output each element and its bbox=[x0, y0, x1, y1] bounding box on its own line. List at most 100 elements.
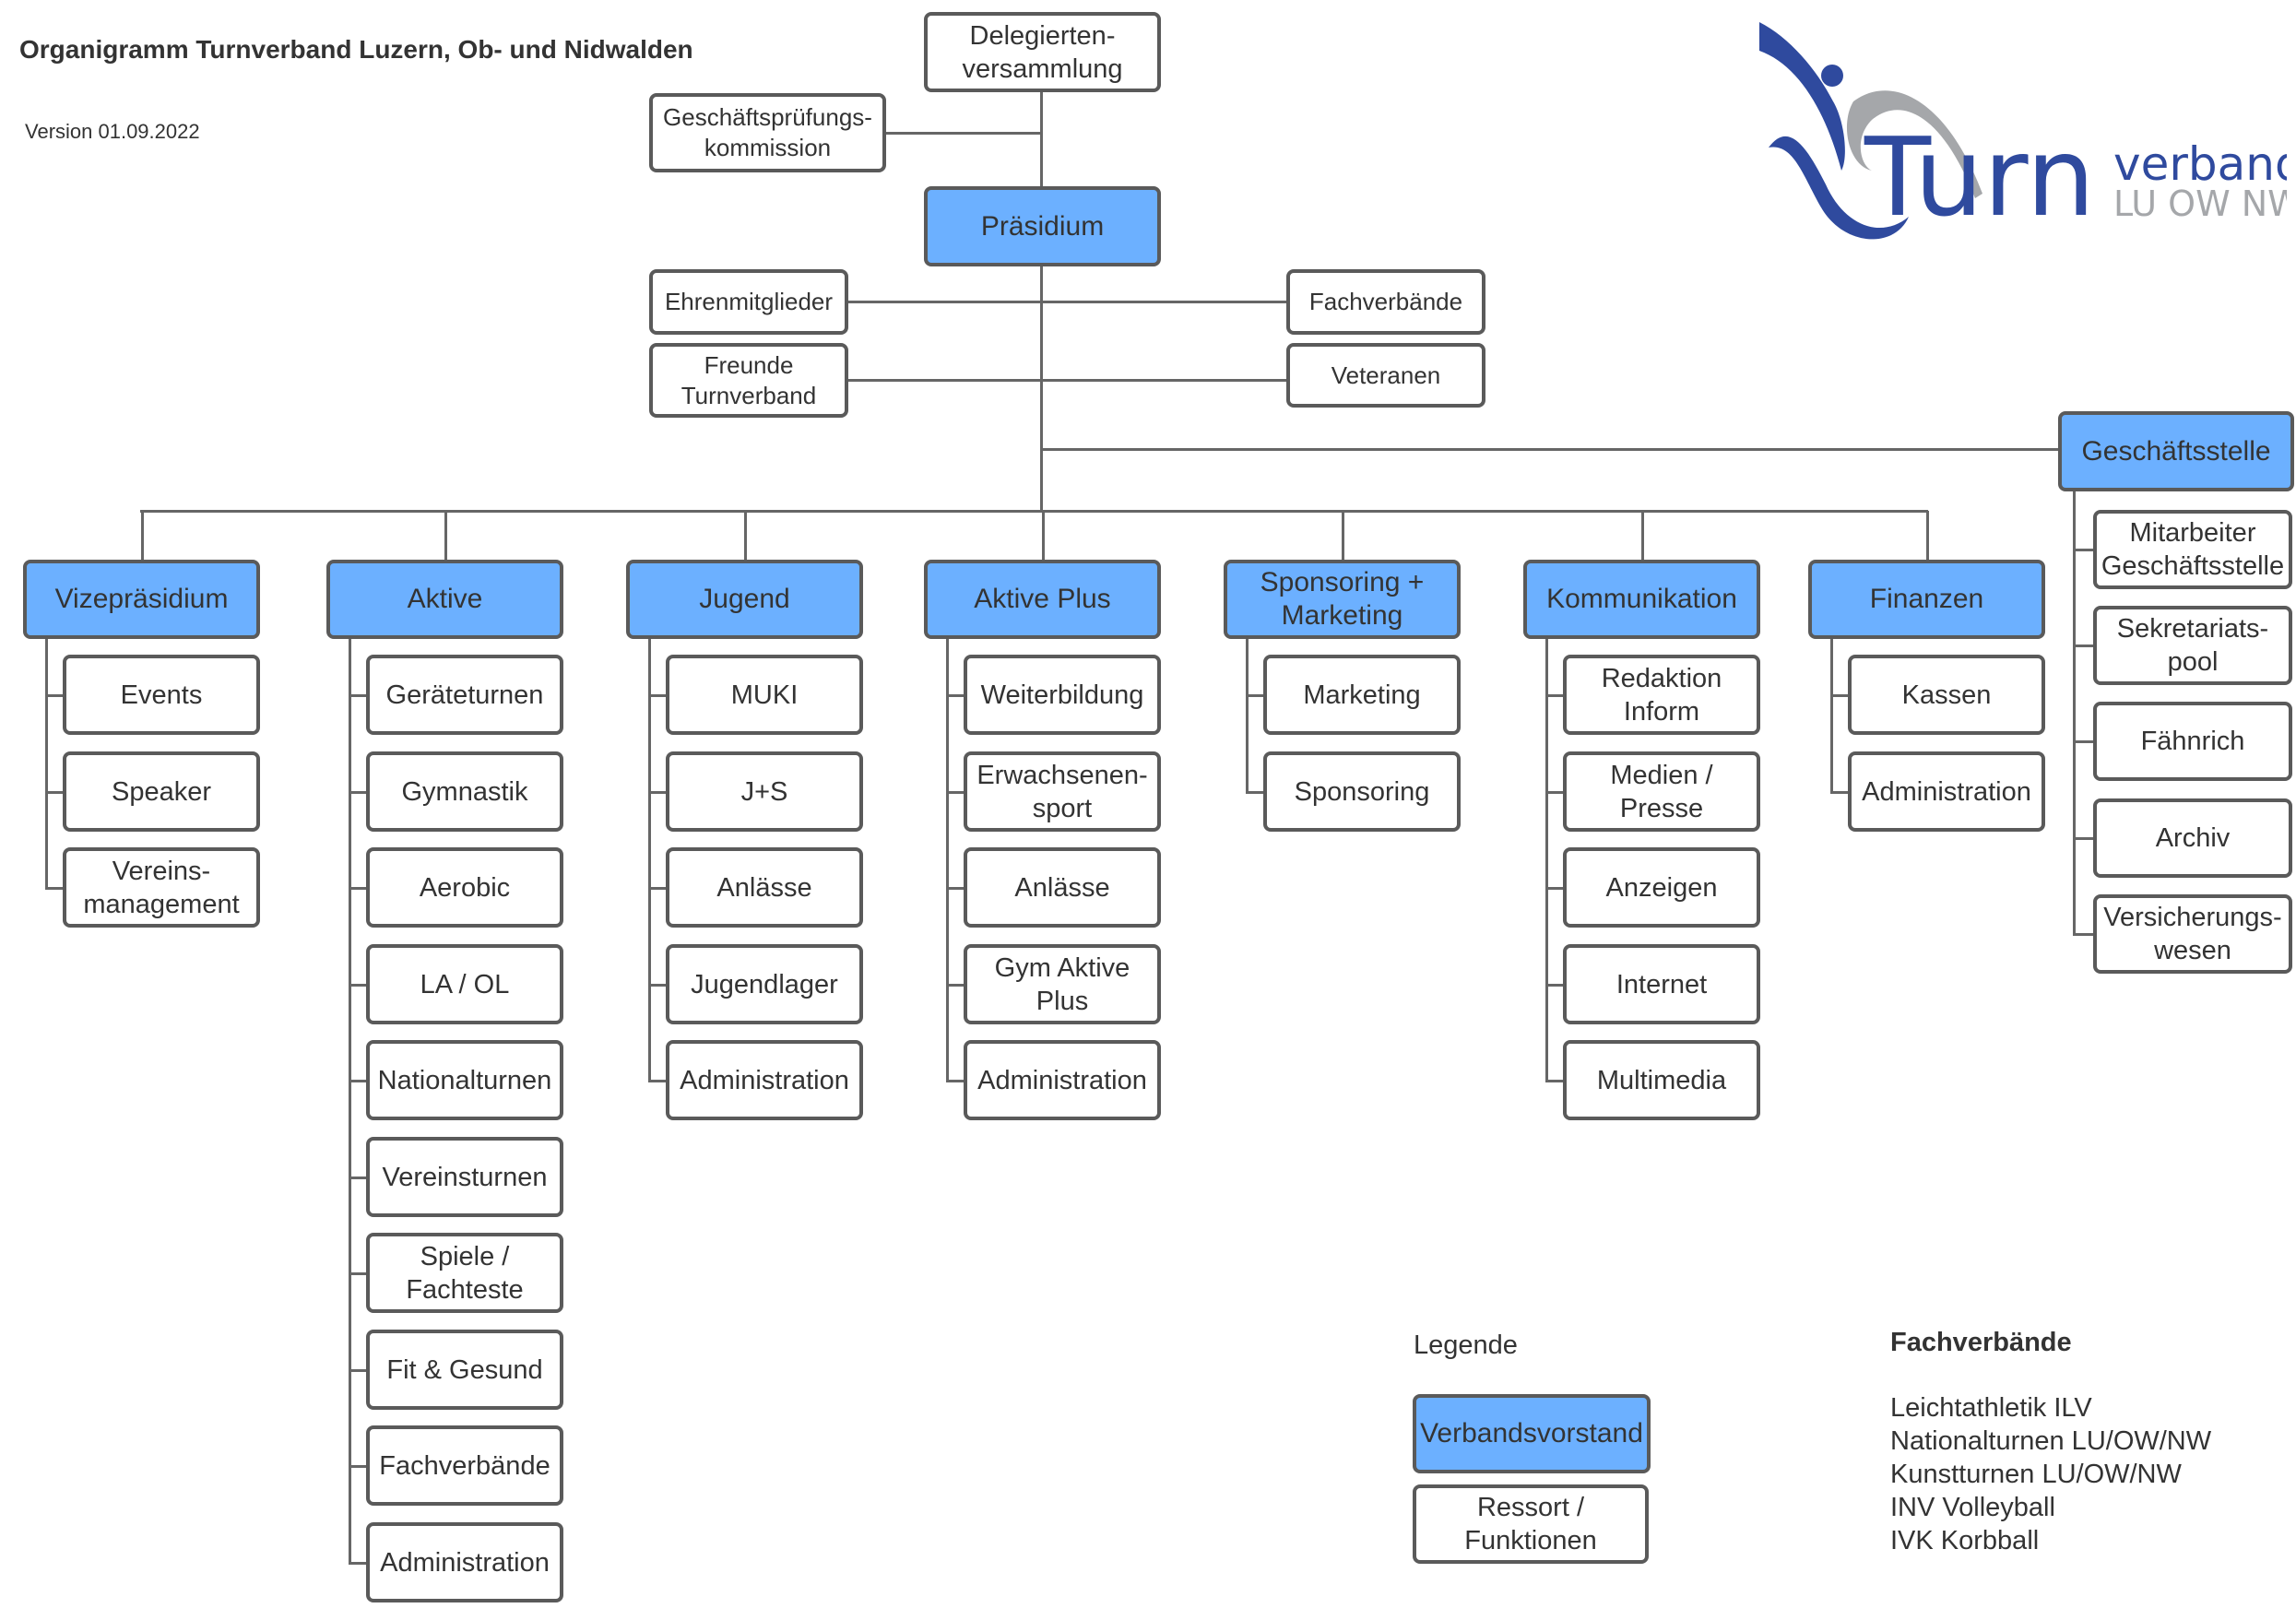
ressort-item[interactable]: Medien / Presse bbox=[1563, 751, 1760, 832]
box-veteranen[interactable]: Veteranen bbox=[1286, 343, 1485, 408]
box-label: Jugendlager bbox=[691, 969, 838, 999]
box-label: Veteranen bbox=[1331, 361, 1441, 389]
connector-geschaeftsstelle bbox=[1041, 448, 2058, 451]
ressort-item[interactable]: Gymnastik bbox=[366, 751, 563, 832]
ressort-item[interactable]: Marketing bbox=[1263, 655, 1461, 735]
ressort-item[interactable]: Aerobic bbox=[366, 847, 563, 928]
ressort-item[interactable]: Sponsoring bbox=[1263, 751, 1461, 832]
fachverband-item: IVK Korbball bbox=[1890, 1526, 2040, 1555]
ressort-item[interactable]: Kassen bbox=[1848, 655, 2045, 735]
fachverbaende-list: Leichtathletik ILV Nationalturnen LU/OW/… bbox=[1890, 1391, 2211, 1557]
geschaeftsstelle-item[interactable]: Versicherungs- wesen bbox=[2093, 894, 2292, 974]
legend-title: Legende bbox=[1414, 1330, 1518, 1360]
connector-child bbox=[349, 790, 366, 794]
box-label: J+S bbox=[740, 776, 788, 807]
connector-ressort-drop bbox=[743, 511, 747, 560]
ressort-item[interactable]: Speaker bbox=[63, 751, 260, 832]
ressort-item[interactable]: MUKI bbox=[666, 655, 863, 735]
ressort-item[interactable]: Redaktion Inform bbox=[1563, 655, 1760, 735]
connector-child bbox=[1545, 790, 1563, 794]
ressort-item[interactable]: Fachverbände bbox=[366, 1425, 563, 1506]
box-label: Anlässe bbox=[1014, 872, 1110, 903]
connector-child bbox=[946, 983, 964, 987]
connector-ressort-drop bbox=[140, 511, 144, 560]
ressort-head[interactable]: Vizepräsidium bbox=[23, 560, 260, 639]
connector-child bbox=[349, 1176, 366, 1179]
ressort-item[interactable]: Fit & Gesund bbox=[366, 1330, 563, 1410]
box-geschaeftspruefungskommission[interactable]: Geschäftsprüfungs- kommission bbox=[649, 93, 886, 172]
ressort-item[interactable]: Spiele / Fachteste bbox=[366, 1233, 563, 1313]
connector-child bbox=[1246, 790, 1263, 794]
ressort-item[interactable]: Geräteturnen bbox=[366, 655, 563, 735]
ressort-item[interactable]: Internet bbox=[1563, 944, 1760, 1024]
box-label: Fit & Gesund bbox=[386, 1354, 543, 1385]
ressort-head[interactable]: Jugend bbox=[626, 560, 863, 639]
ressort-item[interactable]: Administration bbox=[666, 1040, 863, 1120]
ressort-item[interactable]: Anlässe bbox=[666, 847, 863, 928]
geschaeftsstelle-item[interactable]: Sekretariats- pool bbox=[2093, 606, 2292, 685]
box-label: Sponsoring bbox=[1294, 776, 1430, 807]
ressort-item[interactable]: Administration bbox=[1848, 751, 2045, 832]
connector-child bbox=[946, 1079, 964, 1082]
connector-ressort-drop bbox=[444, 511, 447, 560]
box-label: Multimedia bbox=[1596, 1065, 1727, 1095]
ressort-item[interactable]: Multimedia bbox=[1563, 1040, 1760, 1120]
legend-vorstand: Verbandsvorstand bbox=[1413, 1394, 1651, 1473]
connector-ehrenmitglieder-fachverbaende bbox=[847, 301, 1287, 303]
ressort-item[interactable]: Jugendlager bbox=[666, 944, 863, 1024]
geschaeftsstelle-item[interactable]: Archiv bbox=[2093, 798, 2292, 878]
ressort-item[interactable]: Events bbox=[63, 655, 260, 735]
ressort-item[interactable]: Erwachsenen- sport bbox=[964, 751, 1161, 832]
ressort-item[interactable]: Nationalturnen bbox=[366, 1040, 563, 1120]
ressort-item[interactable]: Weiterbildung bbox=[964, 655, 1161, 735]
connector-children-vertical bbox=[45, 639, 48, 889]
connector-ressort-drop bbox=[1640, 511, 1644, 560]
ressort-item[interactable]: Gym Aktive Plus bbox=[964, 944, 1161, 1024]
fachverband-item: INV Volleyball bbox=[1890, 1493, 2055, 1522]
geschaeftsstelle-item[interactable]: Mitarbeiter Geschäftsstelle bbox=[2093, 510, 2292, 589]
box-label: Vereinsturnen bbox=[382, 1162, 548, 1192]
box-label: Fachverbände bbox=[1308, 288, 1463, 315]
connector-ressort-drop bbox=[1041, 511, 1045, 560]
box-label: Spiele / Fachteste bbox=[406, 1241, 524, 1305]
box-label: Freunde Turnverband bbox=[681, 350, 817, 409]
box-label: Fähnrich bbox=[2140, 727, 2245, 756]
box-fachverbaende[interactable]: Fachverbände bbox=[1286, 269, 1485, 335]
box-praesidium[interactable]: Präsidium bbox=[924, 186, 1161, 266]
box-delegiertenversammlung[interactable]: Delegierten- versammlung bbox=[924, 12, 1161, 92]
connector-child bbox=[946, 886, 964, 890]
box-label: Präsidium bbox=[980, 210, 1105, 242]
legend-ressort: Ressort / Funktionen bbox=[1413, 1484, 1649, 1564]
connector-child bbox=[1545, 983, 1563, 987]
ressort-item[interactable]: Administration bbox=[964, 1040, 1161, 1120]
box-label: Gymnastik bbox=[401, 776, 528, 807]
ressort-head[interactable]: Aktive Plus bbox=[924, 560, 1161, 639]
ressort-item[interactable]: Vereins- management bbox=[63, 847, 260, 928]
box-label: Internet bbox=[1615, 969, 1708, 999]
ressort-item[interactable]: Anzeigen bbox=[1563, 847, 1760, 928]
ressort-item[interactable]: LA / OL bbox=[366, 944, 563, 1024]
ressort-item[interactable]: Anlässe bbox=[964, 847, 1161, 928]
ressort-head[interactable]: Finanzen bbox=[1808, 560, 2045, 639]
box-freunde-turnverband[interactable]: Freunde Turnverband bbox=[649, 343, 848, 418]
box-label: Fachverbände bbox=[379, 1450, 550, 1481]
box-ehrenmitglieder[interactable]: Ehrenmitglieder bbox=[649, 269, 848, 335]
geschaeftsstelle-item[interactable]: Fähnrich bbox=[2093, 702, 2292, 781]
ressort-head[interactable]: Kommunikation bbox=[1523, 560, 1760, 639]
connector-gs-child bbox=[2073, 644, 2093, 647]
connector-gs-child bbox=[2073, 549, 2093, 551]
ressort-head[interactable]: Sponsoring + Marketing bbox=[1224, 560, 1461, 639]
box-label: Geschäftsstelle bbox=[2081, 435, 2271, 467]
connector-child bbox=[349, 983, 366, 987]
connector-child bbox=[648, 886, 666, 890]
ressort-item[interactable]: J+S bbox=[666, 751, 863, 832]
connector-children-vertical bbox=[1246, 639, 1249, 792]
connector-child bbox=[648, 1079, 666, 1082]
ressort-head[interactable]: Aktive bbox=[326, 560, 563, 639]
ressort-item[interactable]: Administration bbox=[366, 1522, 563, 1602]
box-label: Aerobic bbox=[419, 872, 511, 903]
ressort-item[interactable]: Vereinsturnen bbox=[366, 1137, 563, 1217]
box-label: Vereins- management bbox=[83, 856, 240, 919]
box-label: Geschäftsprüfungs- kommission bbox=[663, 103, 872, 161]
box-geschaeftsstelle[interactable]: Geschäftsstelle bbox=[2058, 411, 2294, 491]
